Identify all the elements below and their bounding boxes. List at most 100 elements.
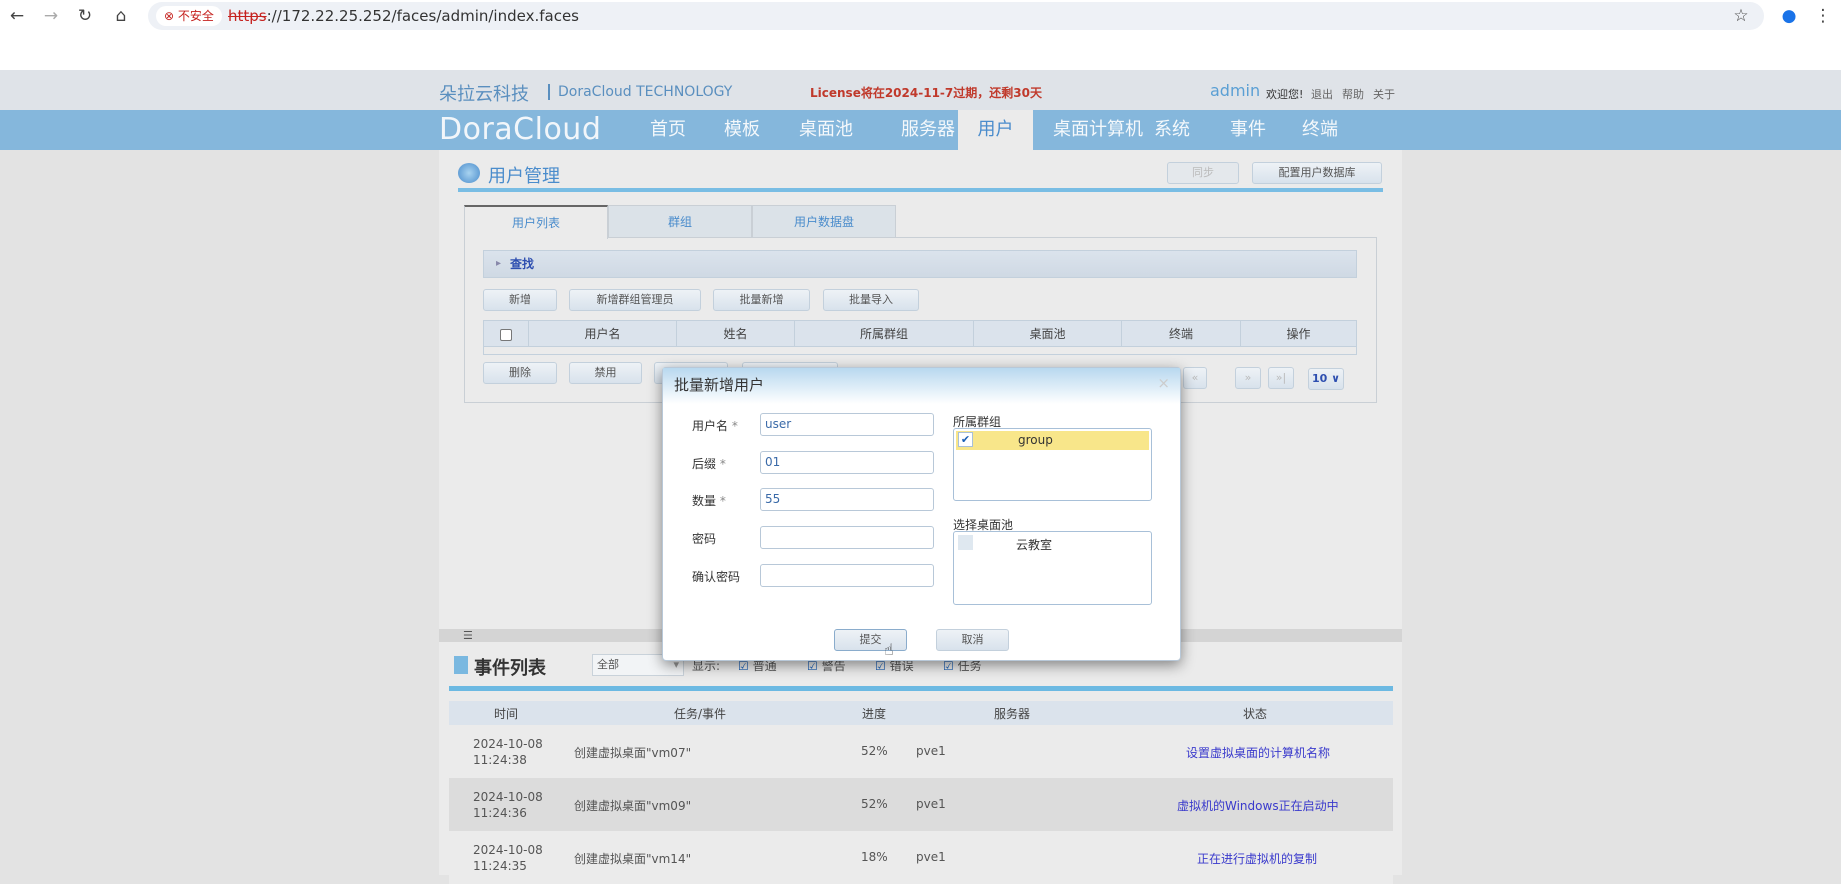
group-name: group: [1018, 433, 1053, 447]
col-operation: 操作: [1286, 327, 1311, 341]
select-all-checkbox[interactable]: [500, 328, 512, 341]
url-path: ://172.22.25.252/faces/admin/index.faces: [266, 7, 580, 25]
event-status: 正在进行虚拟机的复制: [1197, 852, 1318, 866]
event-time: 2024-10-08 11:24:35: [473, 843, 543, 873]
security-label: 不安全: [177, 9, 214, 23]
confirm-password-label: 确认密码: [692, 570, 741, 584]
users-icon: [458, 163, 480, 183]
username-label: 用户名 *: [692, 419, 738, 433]
bookmark-star-icon[interactable]: ☆: [1730, 6, 1752, 26]
cancel-button[interactable]: 取消: [936, 629, 1009, 651]
splitter-handle-icon[interactable]: ☰: [463, 629, 473, 642]
confirm-password-input[interactable]: [760, 564, 934, 587]
event-server: pve1: [916, 797, 946, 811]
user-table-header: 用户名 姓名 所属群组 桌面池 终端 操作: [483, 320, 1357, 347]
event-task: 创建虚拟桌面"vm14": [574, 852, 692, 866]
find-toggle[interactable]: 查找: [483, 250, 1357, 278]
prev-page-icon[interactable]: «: [1183, 367, 1207, 389]
menu-icon[interactable]: ⋮: [1812, 6, 1834, 26]
page-title: 用户管理: [488, 166, 560, 187]
tab-user-data-disk[interactable]: 用户数据盘: [752, 205, 896, 238]
event-row: 2024-10-08 11:24:35 创建虚拟桌面"vm14" 18% pve1…: [449, 831, 1393, 884]
pool-checkbox[interactable]: [958, 535, 973, 550]
event-row: 2024-10-08 11:24:36 创建虚拟桌面"vm09" 52% pve1…: [449, 778, 1393, 831]
event-progress: 18%: [861, 850, 888, 864]
last-page-icon[interactable]: »|: [1268, 367, 1294, 389]
security-badge[interactable]: ⊗ 不安全: [156, 6, 222, 26]
nav-desktop-computer[interactable]: 桌面计算机: [1044, 110, 1152, 150]
pool-name: 云教室: [1016, 538, 1053, 552]
username-input[interactable]: user: [760, 413, 934, 436]
col-terminal[interactable]: 终端: [1122, 321, 1241, 346]
col-name[interactable]: 姓名: [677, 321, 795, 346]
event-task: 创建虚拟桌面"vm09": [574, 799, 692, 813]
col-progress: 进度: [862, 707, 887, 721]
brand-cn: 朵拉云科技: [439, 84, 529, 105]
hand-cursor-icon: ☝: [884, 640, 894, 659]
user-table-body: [483, 347, 1357, 355]
nav-template[interactable]: 模板: [714, 110, 770, 150]
delete-button[interactable]: 删除: [483, 362, 557, 384]
col-server: 服务器: [994, 707, 1031, 721]
sync-button[interactable]: 同步: [1167, 162, 1239, 184]
event-progress: 52%: [861, 744, 888, 758]
event-server: pve1: [916, 850, 946, 864]
tab-groups[interactable]: 群组: [608, 205, 752, 238]
suffix-label: 后缀 *: [692, 457, 726, 471]
nav-event[interactable]: 事件: [1218, 110, 1278, 150]
next-page-icon[interactable]: »: [1235, 367, 1261, 389]
checkmark-icon[interactable]: ✔: [958, 432, 973, 447]
pool-list: 云教室: [953, 531, 1152, 605]
pool-item[interactable]: 云教室: [956, 534, 1149, 553]
group-item[interactable]: ✔ group: [956, 431, 1149, 450]
tab-user-list[interactable]: 用户列表: [464, 205, 608, 239]
col-group[interactable]: 所属群组: [795, 321, 974, 346]
reload-icon[interactable]: ↻: [74, 6, 96, 26]
profile-icon[interactable]: ●: [1778, 6, 1800, 26]
batch-import-button[interactable]: 批量导入: [823, 289, 919, 311]
quantity-input[interactable]: 55: [760, 488, 934, 511]
event-status: 设置虚拟桌面的计算机名称: [1186, 746, 1331, 760]
add-button[interactable]: 新增: [483, 289, 557, 311]
nav-home[interactable]: 首页: [640, 110, 696, 150]
url-text[interactable]: https://172.22.25.252/faces/admin/index.…: [228, 7, 579, 25]
nav-system[interactable]: 系统: [1142, 110, 1202, 150]
add-group-admin-button[interactable]: 新增群组管理员: [569, 289, 701, 311]
dialog-title: 批量新增用户: [663, 368, 1180, 404]
col-task: 任务/事件: [674, 707, 727, 721]
home-icon[interactable]: ⌂: [110, 6, 132, 26]
nav-user[interactable]: 用户: [958, 110, 1033, 150]
events-title: 事件列表: [474, 658, 546, 679]
logout-link[interactable]: 退出: [1311, 86, 1333, 102]
submit-button[interactable]: 提交: [834, 629, 907, 651]
page-size-select[interactable]: 10 ∨: [1308, 368, 1344, 390]
col-username[interactable]: 用户名: [529, 321, 677, 346]
event-server: pve1: [916, 744, 946, 758]
event-task: 创建虚拟桌面"vm07": [574, 746, 692, 760]
password-input[interactable]: [760, 526, 934, 549]
suffix-input[interactable]: 01: [760, 451, 934, 474]
forward-icon[interactable]: →: [40, 6, 62, 26]
title-divider: [458, 188, 1383, 192]
welcome-text: 欢迎您!: [1266, 88, 1304, 101]
about-link[interactable]: 关于: [1373, 86, 1395, 102]
nav-desktop-pool[interactable]: 桌面池: [788, 110, 864, 150]
close-icon[interactable]: ×: [1157, 374, 1170, 392]
help-link[interactable]: 帮助: [1342, 86, 1364, 102]
event-filter-value: 全部: [597, 658, 619, 671]
nav-terminal[interactable]: 终端: [1288, 110, 1352, 150]
password-label: 密码: [692, 532, 717, 546]
config-user-db-button[interactable]: 配置用户数据库: [1252, 162, 1382, 184]
col-pool[interactable]: 桌面池: [974, 321, 1122, 346]
back-icon[interactable]: ←: [6, 6, 28, 26]
event-time: 2024-10-08 11:24:36: [473, 790, 543, 820]
event-time: 2024-10-08 11:24:38: [473, 737, 543, 767]
url-scheme: https: [228, 7, 267, 25]
batch-add-button[interactable]: 批量新增: [713, 289, 810, 311]
disable-button[interactable]: 禁用: [569, 362, 642, 384]
document-icon: [454, 656, 468, 674]
batch-add-user-dialog: 批量新增用户 × 用户名 * user 后缀 * 01 数量 * 55 密码 确…: [662, 367, 1181, 661]
event-status: 虚拟机的Windows正在启动中: [1177, 799, 1339, 813]
group-list: ✔ group: [953, 428, 1152, 501]
license-notice: License将在2024-11-7过期，还剩30天: [810, 86, 1042, 100]
